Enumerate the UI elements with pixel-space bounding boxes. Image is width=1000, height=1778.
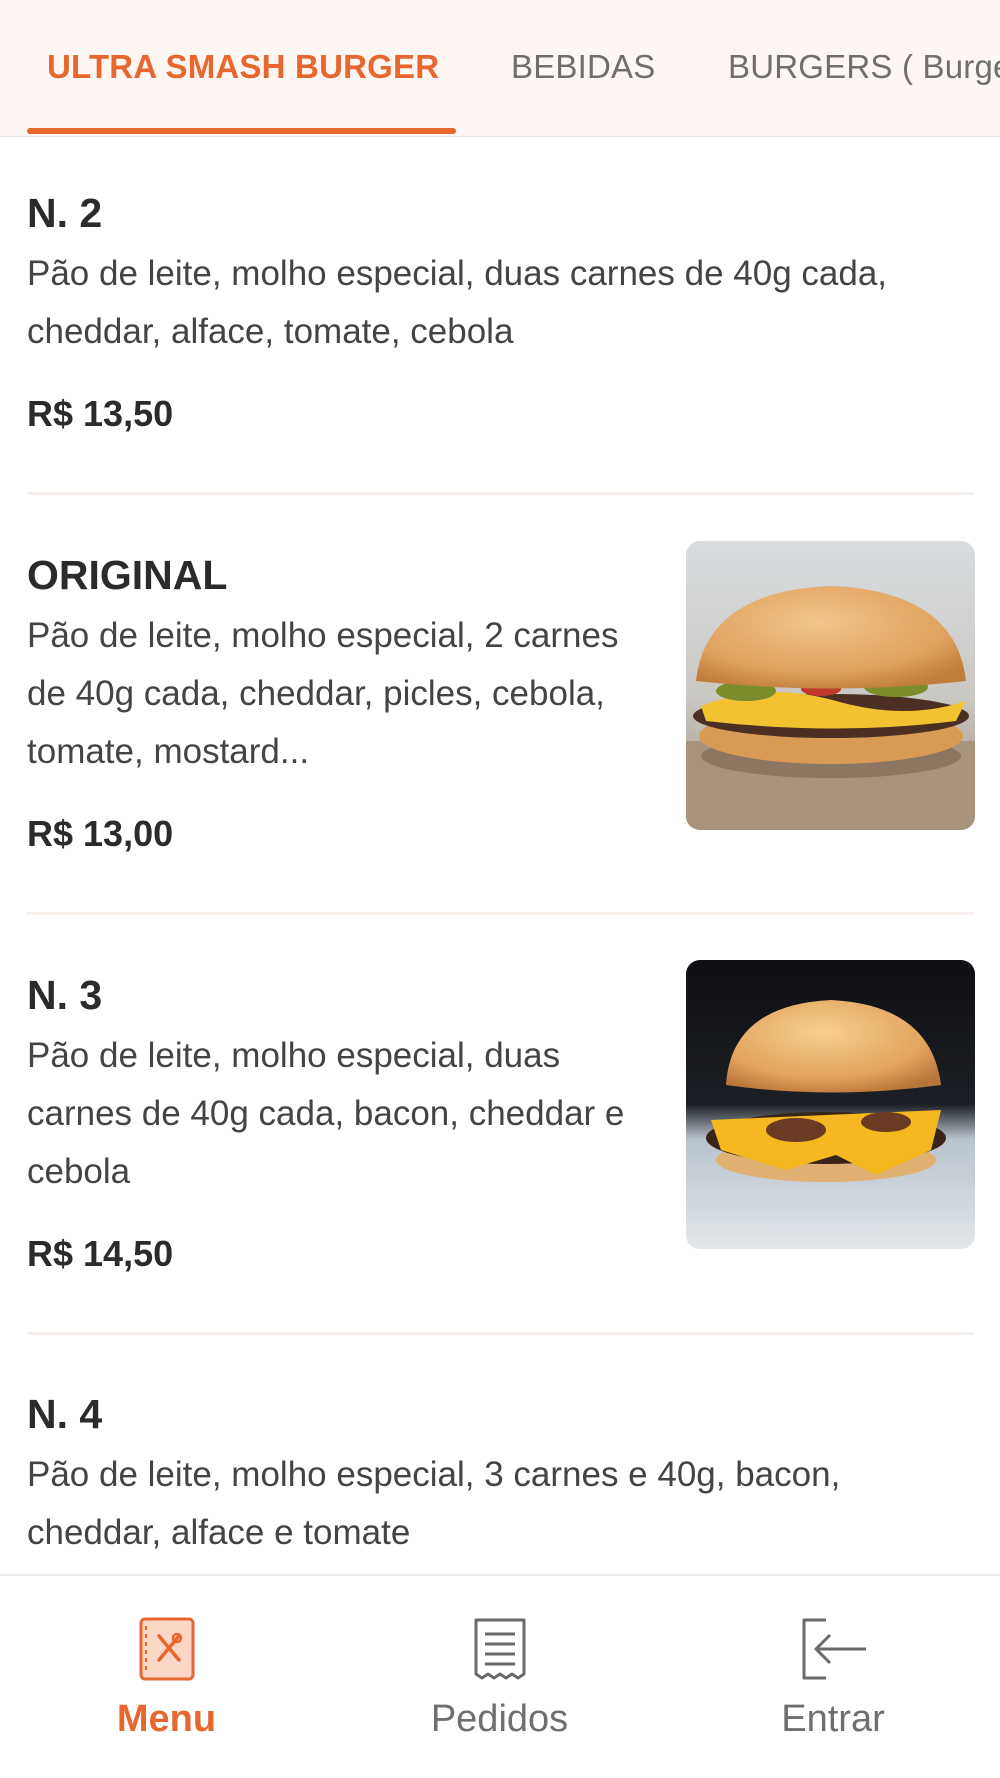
- burger-photo-icon[interactable]: [686, 541, 975, 830]
- category-tabs: ULTRA SMASH BURGER BEBIDAS BURGERS ( Bur…: [0, 0, 1000, 137]
- active-tab-indicator: [27, 128, 456, 134]
- item-name: N. 3: [27, 972, 103, 1018]
- receipt-icon: [470, 1616, 530, 1687]
- menu-item-n4[interactable]: N. 4 Pão de leite, molho especial, 3 car…: [27, 1391, 974, 1571]
- nav-label: Pedidos: [430, 1698, 569, 1740]
- item-description: Pão de leite, molho especial, 3 carnes e…: [27, 1455, 841, 1552]
- tab-burgers[interactable]: BURGERS ( Burgers: [728, 48, 1000, 86]
- menu-item-n2[interactable]: N. 2 Pão de leite, molho especial, duas …: [27, 190, 974, 450]
- item-name: N. 4: [27, 1391, 103, 1437]
- nav-label: Entrar: [781, 1698, 885, 1740]
- item-description: Pão de leite, molho especial, 2 carnes d…: [27, 616, 619, 771]
- nav-menu[interactable]: Menu: [0, 1576, 333, 1778]
- nav-pedidos[interactable]: Pedidos: [333, 1576, 666, 1778]
- nav-entrar[interactable]: Entrar: [666, 1576, 1000, 1778]
- divider: [27, 492, 974, 495]
- burger-image: [686, 960, 975, 1249]
- menu-book-icon: [137, 1616, 197, 1687]
- item-price: R$ 13,50: [27, 393, 174, 434]
- tab-bebidas[interactable]: BEBIDAS: [511, 48, 655, 86]
- item-description: Pão de leite, molho especial, duas carne…: [27, 1036, 625, 1191]
- item-price: R$ 13,00: [27, 813, 174, 854]
- divider: [27, 912, 974, 915]
- nav-label: Menu: [116, 1698, 217, 1740]
- burger-photo-icon[interactable]: [686, 960, 975, 1249]
- login-icon: [796, 1616, 870, 1687]
- item-name: N. 2: [27, 190, 103, 236]
- bottom-navigation: Menu Pedidos Entrar: [0, 1574, 1000, 1778]
- tab-ultra-smash-burger[interactable]: ULTRA SMASH BURGER: [47, 48, 439, 86]
- item-name: ORIGINAL: [27, 552, 228, 598]
- item-description: Pão de leite, molho especial, duas carne…: [27, 254, 888, 351]
- divider: [27, 1332, 974, 1335]
- item-price: R$ 14,50: [27, 1233, 174, 1274]
- burger-image: [686, 541, 975, 830]
